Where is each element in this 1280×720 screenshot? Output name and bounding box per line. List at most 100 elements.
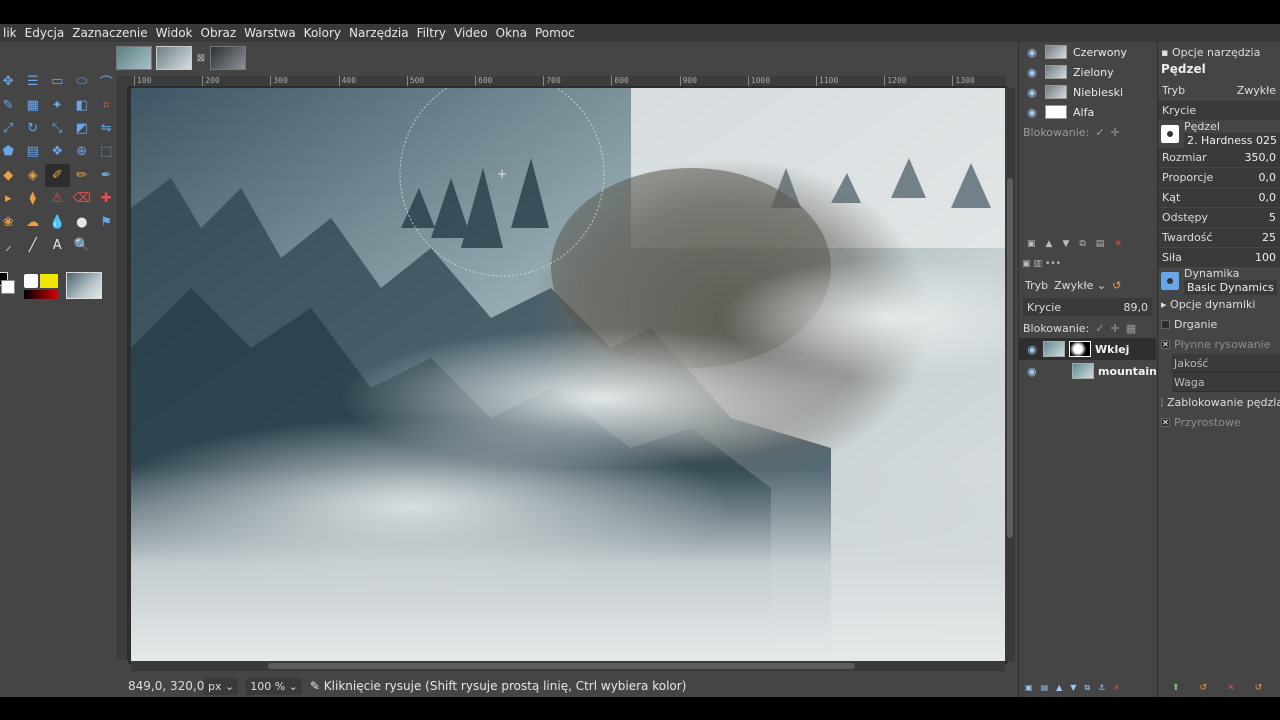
unit-select[interactable]: px ⌄ [204,677,239,695]
paths-tab-icon[interactable]: ••• [1045,259,1061,269]
restore-icon[interactable]: ↺ [1200,683,1208,697]
layers-tab-icon[interactable]: ▣ [1022,259,1031,269]
eye-icon[interactable]: ◉ [1025,46,1039,59]
menu-11[interactable]: Pomoc [532,24,578,42]
horizontal-ruler[interactable]: 100 200 300 400 500 600 700 800 900 1000 1100 1200 1… [128,76,1006,87]
ruler-corner[interactable] [117,76,128,87]
image-tab-3[interactable] [210,46,246,70]
lock-alpha-icon[interactable]: ▦ [1126,322,1136,335]
lock-position-icon[interactable]: ✛ [1111,126,1120,139]
mypaint-icon[interactable]: ❀ [0,210,21,233]
menu-1[interactable]: Edycja [22,24,68,42]
image-canvas[interactable] [131,88,1005,661]
airbrush-icon[interactable]: ▸ [0,187,21,210]
unified-transform-icon[interactable]: ⬚ [94,140,119,163]
layer-mask-thumbnail[interactable] [1069,341,1091,357]
menu-10[interactable]: Okna [493,24,530,42]
mode-select[interactable]: Tryb Zwykłe [1158,81,1280,100]
active-image-preview[interactable] [66,272,102,299]
gradient-icon[interactable]: ◈ [21,164,46,187]
reset-icon[interactable]: ↺ [1255,683,1263,697]
channels-tab-icon[interactable]: ▥ [1034,259,1043,269]
foreground-select-icon[interactable]: ◧ [70,93,95,116]
menu-8[interactable]: Filtry [414,24,449,42]
eraser-icon[interactable]: ⌫ [70,187,95,210]
menu-7[interactable]: Narzędzia [346,24,412,42]
option-5[interactable]: Siła 100 [1158,248,1280,267]
raise-icon[interactable]: ▲ [1046,239,1053,249]
save-preset-icon[interactable]: ⬆ [1172,683,1180,697]
reset-mode-icon[interactable]: ↺ [1112,279,1121,292]
layer-opacity-slider[interactable]: Krycie 89,0 [1023,298,1152,316]
duplicate-layer-icon[interactable]: ⧉ [1084,683,1090,697]
menu-0[interactable]: lik [0,24,20,42]
channel-row[interactable]: ◉ Alfa [1019,102,1156,122]
line-icon[interactable]: ╱ [21,234,46,257]
gradient-preview[interactable] [24,290,58,299]
vertical-scrollbar[interactable] [1005,88,1015,661]
eye-icon[interactable]: ◉ [1025,66,1039,79]
brush-preview[interactable] [24,274,38,288]
eye-icon[interactable]: ◉ [1025,365,1039,378]
close-icon[interactable]: ⊠ [196,53,206,64]
menu-9[interactable]: Video [451,24,491,42]
image-tab-1[interactable] [116,46,152,70]
lasso-icon[interactable]: ⌒ [94,70,119,93]
menu-6[interactable]: Kolory [301,24,344,42]
pencil-icon[interactable]: ✏ [70,164,95,187]
align-icon[interactable]: ☰ [21,70,46,93]
ink-icon[interactable]: ⧫ [21,187,46,210]
warp-icon[interactable]: ❖ [45,140,70,163]
raise-layer-icon[interactable]: ▲ [1056,683,1062,697]
horizontal-scroll-thumb[interactable] [268,663,855,669]
layer-row[interactable]: ◉ mountain [1019,360,1156,382]
dodge-icon[interactable]: ● [70,210,95,233]
duplicate-icon[interactable]: ⧉ [1079,239,1085,249]
delete-layer-icon[interactable]: ✕ [1113,683,1120,697]
dynamics-selector[interactable]: Dynamika Basic Dynamics [1158,267,1280,295]
layer-row[interactable]: ◉ Wklej [1019,338,1156,360]
vertical-scroll-thumb[interactable] [1007,178,1013,538]
fuzzy-select-icon[interactable]: ✦ [45,93,70,116]
eye-icon[interactable]: ◉ [1025,86,1039,99]
eye-icon[interactable]: ◉ [1025,343,1039,356]
eye-icon[interactable]: ◉ [1025,106,1039,119]
pen-path-icon[interactable]: ✎ [0,93,21,116]
channel-row[interactable]: ◉ Zielony [1019,62,1156,82]
option-0[interactable]: Rozmiar 350,0 [1158,148,1280,167]
weight-slider[interactable]: Waga [1172,373,1280,392]
quality-slider[interactable]: Jakość [1172,354,1280,373]
delete-preset-icon[interactable]: ✕ [1227,683,1235,697]
option-2[interactable]: Kąt 0,0 [1158,188,1280,207]
lock-pixels-icon[interactable]: ✓ [1095,322,1104,335]
blur-icon[interactable]: 💧 [45,210,70,233]
heal-icon[interactable]: ✚ [94,187,119,210]
menu-4[interactable]: Obraz [198,24,240,42]
pattern-preview[interactable] [40,274,58,288]
lock-brush-toggle[interactable]: Zablokowanie pędzla [1158,392,1280,412]
handle-transform-icon[interactable]: ⊕ [70,140,95,163]
zoom-select[interactable]: 100 % ⌄ [246,677,302,695]
lower-icon[interactable]: ▼ [1062,239,1069,249]
option-4[interactable]: Twardość 25 [1158,228,1280,247]
color-select-icon[interactable]: ▦ [21,93,46,116]
zoom-icon[interactable]: 🔍 [70,234,95,257]
new-layer-icon[interactable]: ▣ [1025,683,1033,697]
dynamics-options-expander[interactable]: ▸ Opcje dynamiki [1158,294,1280,314]
menu-3[interactable]: Widok [153,24,196,42]
scale-icon[interactable]: ⤢ [0,117,21,140]
menu-2[interactable]: Zaznaczenie [69,24,150,42]
paintbrush-icon[interactable]: ✐ [45,163,70,187]
new-group-icon[interactable]: ▤ [1041,683,1049,697]
layer-mode-select[interactable]: Zwykłe ⌄ [1054,279,1106,292]
new-channel-icon[interactable]: ▣ [1027,239,1036,249]
shear-icon[interactable]: ⤡ [45,117,70,140]
dynamics-name-field[interactable]: Basic Dynamics [1184,280,1277,295]
incremental-toggle[interactable]: ✕ Przyrostowe [1158,412,1280,432]
text-icon[interactable]: A [45,234,70,257]
brush-name-field[interactable]: 2. Hardness 025 [1183,133,1280,148]
background-color-swatch[interactable] [1,280,15,294]
flip-icon[interactable]: ⇋ [94,117,119,140]
jitter-toggle[interactable]: Drganie [1158,314,1280,334]
smooth-toggle[interactable]: ✕ Płynne rysowanie [1158,334,1280,354]
